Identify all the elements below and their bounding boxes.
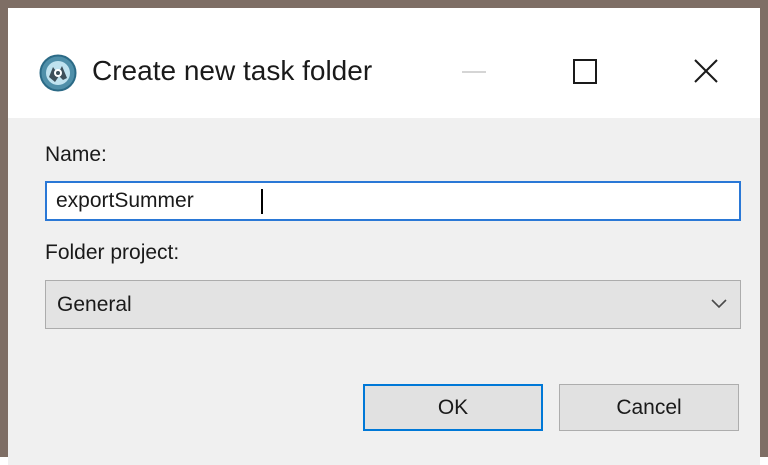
close-icon xyxy=(694,59,718,83)
name-input[interactable] xyxy=(56,183,696,219)
dialog-body: Name: Folder project: General OK Cancel xyxy=(8,118,760,465)
minimize-button[interactable] xyxy=(445,44,503,100)
folder-project-label: Folder project: xyxy=(45,241,180,264)
name-field[interactable] xyxy=(45,181,741,221)
folder-project-value: General xyxy=(57,293,132,316)
ok-button[interactable]: OK xyxy=(363,384,543,431)
maximize-button[interactable] xyxy=(556,44,614,100)
chevron-down-icon xyxy=(711,299,727,309)
dialog-window: Create new task folder Name: Folder proj… xyxy=(0,0,768,465)
maximize-icon xyxy=(573,59,597,84)
text-caret xyxy=(261,189,263,214)
dialog-title: Create new task folder xyxy=(92,55,373,86)
cancel-button[interactable]: Cancel xyxy=(559,384,739,431)
close-button[interactable] xyxy=(677,44,735,100)
minimize-icon xyxy=(462,71,486,73)
title-bar[interactable]: Create new task folder xyxy=(8,8,760,118)
name-label: Name: xyxy=(45,143,107,166)
folder-project-select[interactable]: General xyxy=(45,280,741,329)
app-logo-icon xyxy=(39,54,77,92)
